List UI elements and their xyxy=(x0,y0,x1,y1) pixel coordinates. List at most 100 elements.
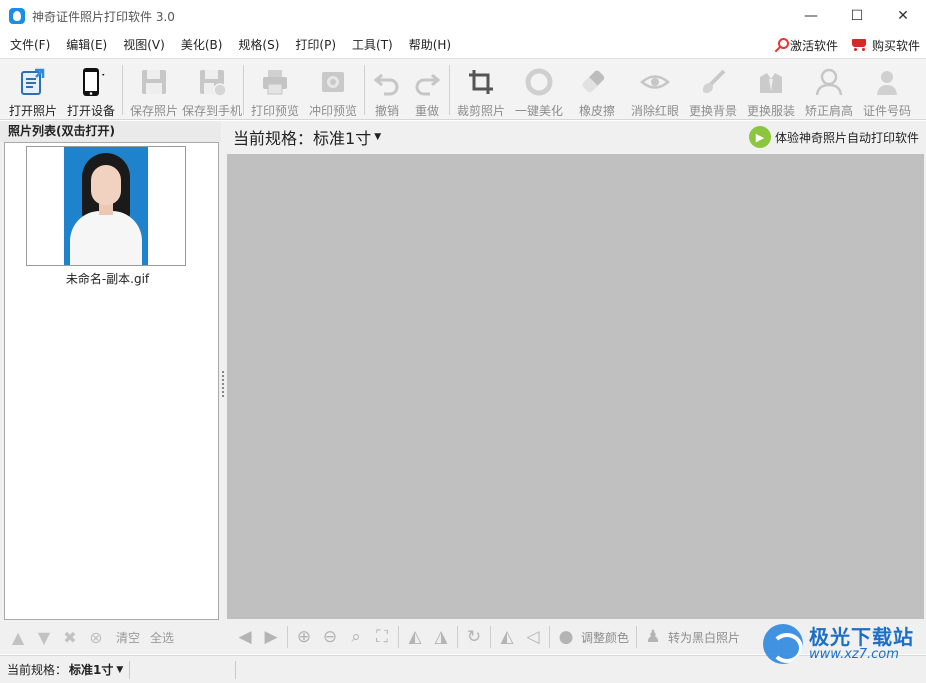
fullscreen-icon[interactable]: ⛶ xyxy=(369,624,395,650)
select-all-button[interactable]: 全选 xyxy=(150,629,174,646)
status-spec-value[interactable]: 标准1寸 xyxy=(69,661,113,678)
correct-shoulder-button[interactable]: 矫正肩高 xyxy=(800,59,858,119)
chevron-down-icon: ▼ xyxy=(116,664,124,675)
app-icon xyxy=(9,8,25,24)
photo-thumbnail[interactable] xyxy=(26,146,186,266)
save-to-phone-button[interactable]: 保存到手机 xyxy=(182,59,243,119)
main-toolbar: 打开照片 打开设备 保存照片 保存到手机 打印预览 冲印预览 撤销 重做 裁剪照… xyxy=(0,58,926,120)
buy-label: 购买软件 xyxy=(871,38,920,53)
menu-print[interactable]: 打印(P) xyxy=(289,34,342,56)
spec-label: 当前规格： xyxy=(233,129,314,148)
crop-photo-label: 裁剪照片 xyxy=(456,104,505,118)
photo-filename: 未命名-副本.gif xyxy=(65,272,150,286)
develop-preview-label: 冲印预览 xyxy=(308,104,357,118)
photo-list[interactable]: 未命名-副本.gif xyxy=(4,142,219,620)
editor-panel: 当前规格： 标准1寸 ▼ ▶ 体验神奇照片自动打印软件 ◀ ▶ ⊕ ⊖ ⌕ ⛶ … xyxy=(226,121,926,654)
id-number-button[interactable]: 证件号码 xyxy=(858,59,916,119)
zoom-fit-icon[interactable]: ⌕ xyxy=(343,624,369,650)
watermark-url: www.xz7.com xyxy=(809,646,899,662)
menu-beautify[interactable]: 美化(B) xyxy=(175,34,229,56)
crop-photo-button[interactable]: 裁剪照片 xyxy=(452,59,510,119)
cart-icon xyxy=(850,38,868,52)
one-key-beautify-button[interactable]: 一键美化 xyxy=(510,59,568,119)
buy-software-link[interactable]: 购买软件 xyxy=(850,37,920,54)
menu-tools[interactable]: 工具(T) xyxy=(346,34,399,56)
develop-preview-button[interactable]: 冲印预览 xyxy=(304,59,362,119)
save-photo-button[interactable]: 保存照片 xyxy=(125,59,183,119)
convert-bw-button[interactable]: 转为黑白照片 xyxy=(668,629,740,646)
flip-horizontal-icon[interactable]: ◭ xyxy=(494,624,520,650)
delete-icon[interactable]: ✖ xyxy=(60,627,80,647)
menu-help[interactable]: 帮助(H) xyxy=(403,34,457,56)
print-preview-label: 打印预览 xyxy=(250,104,299,118)
eraser-label: 橡皮擦 xyxy=(578,104,615,118)
brush-icon xyxy=(696,66,730,98)
printer-promo-icon: ▶ xyxy=(748,126,771,148)
flip-vertical-icon[interactable]: ◁ xyxy=(520,624,546,650)
develop-icon xyxy=(316,66,350,98)
toolbar-divider xyxy=(364,65,365,115)
close-button[interactable]: ✕ xyxy=(880,0,926,32)
rotate-left-icon[interactable]: ◭ xyxy=(402,624,428,650)
arrow-left-icon[interactable]: ◀ xyxy=(232,624,258,650)
id-number-label: 证件号码 xyxy=(862,104,911,118)
save-photo-label: 保存照片 xyxy=(129,104,178,118)
redo-button[interactable]: 重做 xyxy=(407,59,447,119)
save-to-phone-icon xyxy=(195,66,229,98)
activate-label: 激活软件 xyxy=(789,38,838,53)
promo-link[interactable]: ▶ 体验神奇照片自动打印软件 xyxy=(748,126,919,148)
menu-spec[interactable]: 规格(S) xyxy=(232,34,285,56)
move-down-icon[interactable]: ▼ xyxy=(34,627,54,647)
suit-icon xyxy=(754,66,788,98)
photo-canvas[interactable] xyxy=(227,154,924,619)
change-background-label: 更换背景 xyxy=(688,104,737,118)
clear-button[interactable]: 清空 xyxy=(116,629,140,646)
watermark-logo-icon xyxy=(763,624,803,664)
remove-icon[interactable]: ⊗ xyxy=(86,627,106,647)
divider xyxy=(490,626,491,648)
save-to-phone-label: 保存到手机 xyxy=(182,104,243,118)
eraser-button[interactable]: 橡皮擦 xyxy=(568,59,626,119)
red-eye-button[interactable]: 消除红眼 xyxy=(626,59,684,119)
zoom-out-icon[interactable]: ⊖ xyxy=(317,624,343,650)
minimize-button[interactable]: — xyxy=(788,0,834,32)
watermark: 极光下载站 www.xz7.com xyxy=(763,624,914,664)
portrait-image xyxy=(64,147,148,265)
menu-bar: 文件(F) 编辑(E) 视图(V) 美化(B) 规格(S) 打印(P) 工具(T… xyxy=(0,32,926,58)
toolbar-divider xyxy=(122,65,123,115)
window-title: 神奇证件照片打印软件 3.0 xyxy=(32,9,175,24)
undo-button[interactable]: 撤销 xyxy=(367,59,407,119)
move-up-icon[interactable]: ▲ xyxy=(8,627,28,647)
person-icon: ♟ xyxy=(645,627,661,647)
open-photo-button[interactable]: 打开照片 xyxy=(4,59,62,119)
arrow-right-icon[interactable]: ▶ xyxy=(258,624,284,650)
photo-list-panel: 照片列表(双击打开) 未命名-副本.gif ▲ ▼ ✖ ⊗ 清空 全选 xyxy=(0,121,221,654)
crop-icon xyxy=(464,66,498,98)
promo-label: 体验神奇照片自动打印软件 xyxy=(774,130,919,145)
red-eye-label: 消除红眼 xyxy=(630,104,679,118)
key-icon xyxy=(772,38,789,52)
activate-software-link[interactable]: 激活软件 xyxy=(772,37,838,54)
open-device-button[interactable]: 打开设备 xyxy=(62,59,120,119)
open-device-label: 打开设备 xyxy=(66,104,115,118)
divider xyxy=(549,626,550,648)
zoom-in-icon[interactable]: ⊕ xyxy=(291,624,317,650)
open-photo-label: 打开照片 xyxy=(8,104,57,118)
undo-label: 撤销 xyxy=(374,104,399,118)
photo-list-header: 照片列表(双击打开) xyxy=(0,121,221,142)
menu-view[interactable]: 视图(V) xyxy=(117,34,171,56)
eraser-icon xyxy=(580,66,614,98)
print-preview-button[interactable]: 打印预览 xyxy=(246,59,304,119)
adjust-color-button[interactable]: 调整颜色 xyxy=(581,629,629,646)
window-controls: — ☐ ✕ xyxy=(788,0,926,32)
rotate-right-icon[interactable]: ◮ xyxy=(428,624,454,650)
menu-file[interactable]: 文件(F) xyxy=(4,34,56,56)
maximize-button[interactable]: ☐ xyxy=(834,0,880,32)
change-background-button[interactable]: 更换背景 xyxy=(684,59,742,119)
change-clothes-button[interactable]: 更换服装 xyxy=(742,59,800,119)
spec-value: 标准1寸 xyxy=(313,129,372,148)
toolbar-divider xyxy=(449,65,450,115)
refresh-icon[interactable]: ↻ xyxy=(461,624,487,650)
menu-edit[interactable]: 编辑(E) xyxy=(60,34,113,56)
color-adjust-icon: ● xyxy=(558,627,574,647)
